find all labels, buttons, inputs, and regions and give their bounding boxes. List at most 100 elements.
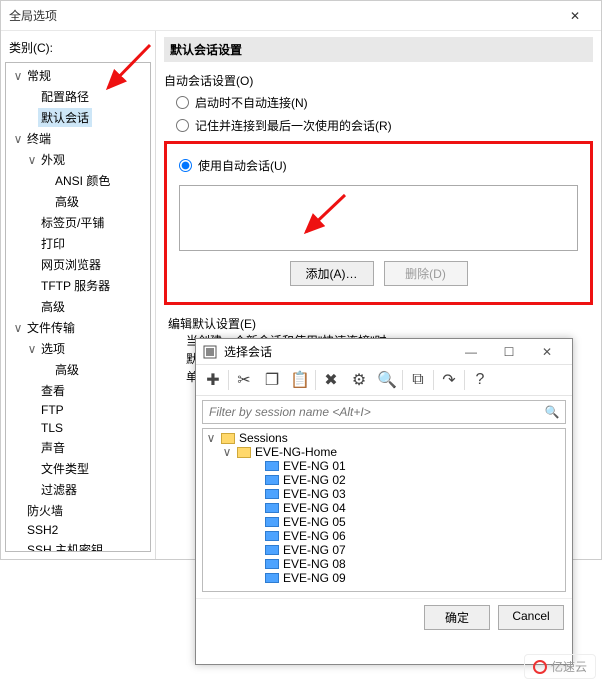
tree-item[interactable]: SSH2 — [6, 521, 150, 539]
tree-item[interactable]: 过滤器 — [6, 479, 150, 500]
tree-item-label: 配置路径 — [38, 87, 92, 106]
session-label: EVE-NG 08 — [283, 557, 346, 571]
separator — [402, 370, 403, 390]
delete-icon[interactable]: ✖ — [318, 367, 344, 393]
paste-icon[interactable]: 📋 — [287, 367, 313, 393]
tree-item[interactable]: 打印 — [6, 233, 150, 254]
tree-item[interactable]: ∨终端 — [6, 128, 150, 149]
tree-item[interactable]: TLS — [6, 419, 150, 437]
expand-icon[interactable]: ∨ — [221, 445, 233, 459]
expand-icon[interactable]: ∨ — [26, 153, 38, 167]
tree-item[interactable]: 网页浏览器 — [6, 254, 150, 275]
radio-input[interactable] — [176, 119, 189, 132]
tree-item[interactable]: 高级 — [6, 191, 150, 212]
tree-item[interactable]: 标签页/平铺 — [6, 212, 150, 233]
session-tree-row[interactable]: EVE-NG 07 — [203, 543, 565, 557]
category-tree[interactable]: ∨常规配置路径默认会话∨终端∨外观ANSI 颜色高级标签页/平铺打印网页浏览器T… — [5, 62, 151, 552]
add-icon[interactable]: ✚ — [200, 367, 226, 393]
tree-item-label: 高级 — [52, 192, 82, 211]
radio-input[interactable] — [179, 159, 192, 172]
cut-icon[interactable]: ✂ — [231, 367, 257, 393]
radio-no-auto-connect[interactable]: 启动时不自动连接(N) — [164, 91, 593, 114]
ok-button[interactable]: 确定 — [424, 605, 490, 630]
folder-icon — [221, 433, 235, 444]
session-tree-row[interactable]: EVE-NG 08 — [203, 557, 565, 571]
tree-item[interactable]: 声音 — [6, 437, 150, 458]
expand-icon[interactable]: ∨ — [205, 431, 217, 445]
maximize-icon[interactable]: ☐ — [490, 345, 528, 359]
expand-icon[interactable]: ∨ — [12, 132, 24, 146]
expand-icon[interactable]: ∨ — [12, 69, 24, 83]
tree-item[interactable]: ∨外观 — [6, 149, 150, 170]
session-label: EVE-NG 03 — [283, 487, 346, 501]
window-title: 全局选项 — [9, 7, 57, 24]
session-icon — [265, 573, 279, 583]
filter-input[interactable] — [203, 401, 539, 423]
separator — [228, 370, 229, 390]
dialog-title: 选择会话 — [224, 343, 272, 360]
session-icon — [265, 517, 279, 527]
session-tree-row[interactable]: ∨Sessions — [203, 431, 565, 445]
tree-item[interactable]: 高级 — [6, 296, 150, 317]
tree-item[interactable]: 文件类型 — [6, 458, 150, 479]
tree-item-label: SSH2 — [24, 522, 61, 538]
radio-input[interactable] — [176, 96, 189, 109]
tree-item[interactable]: FTP — [6, 401, 150, 419]
category-label: 类别(C): — [1, 35, 155, 62]
tree-item[interactable]: ∨文件传输 — [6, 317, 150, 338]
tree-item[interactable]: 配置路径 — [6, 86, 150, 107]
session-tree-row[interactable]: EVE-NG 05 — [203, 515, 565, 529]
tree-item-label: 文件类型 — [38, 459, 92, 478]
close-icon[interactable]: ✕ — [557, 9, 593, 23]
titlebar: 全局选项 ✕ — [1, 1, 601, 31]
radio-use-auto-session[interactable]: 使用自动会话(U) — [179, 154, 578, 177]
help-icon[interactable]: ? — [467, 367, 493, 393]
session-tree-row[interactable]: EVE-NG 06 — [203, 529, 565, 543]
export-icon[interactable]: ↷ — [436, 367, 462, 393]
session-tree[interactable]: ∨Sessions∨EVE-NG-HomeEVE-NG 01EVE-NG 02E… — [202, 428, 566, 592]
copy-icon[interactable]: ❐ — [259, 367, 285, 393]
radio-label: 记住并连接到最后一次使用的会话(R) — [195, 117, 392, 134]
watermark: 亿速云 — [524, 654, 596, 679]
add-button[interactable]: 添加(A)… — [290, 261, 374, 286]
auto-session-list[interactable] — [179, 185, 578, 251]
session-tree-row[interactable]: EVE-NG 03 — [203, 487, 565, 501]
tree-item[interactable]: 查看 — [6, 380, 150, 401]
session-tree-row[interactable]: EVE-NG 01 — [203, 459, 565, 473]
radio-label: 启动时不自动连接(N) — [195, 94, 308, 111]
tree-item-label: 标签页/平铺 — [38, 213, 107, 232]
cancel-button[interactable]: Cancel — [498, 605, 564, 630]
session-tree-row[interactable]: ∨EVE-NG-Home — [203, 445, 565, 459]
tree-item[interactable]: TFTP 服务器 — [6, 275, 150, 296]
session-icon — [265, 489, 279, 499]
tree-item-label: 高级 — [52, 360, 82, 379]
dialog-toolbar: ✚ ✂ ❐ 📋 ✖ ⚙ 🔍 ⧉ ↷ ? — [196, 364, 572, 396]
close-icon[interactable]: ✕ — [528, 345, 566, 359]
find-icon[interactable]: 🔍 — [374, 367, 400, 393]
new-folder-icon[interactable]: ⧉ — [405, 367, 431, 393]
settings-icon[interactable]: ⚙ — [346, 367, 372, 393]
expand-icon[interactable]: ∨ — [26, 342, 38, 356]
tree-item[interactable]: 默认会话 — [6, 107, 150, 128]
expand-icon[interactable]: ∨ — [12, 321, 24, 335]
tree-item-label: 文件传输 — [24, 318, 78, 337]
radio-remember-last[interactable]: 记住并连接到最后一次使用的会话(R) — [164, 114, 593, 137]
delete-button: 删除(D) — [384, 261, 468, 286]
watermark-text: 亿速云 — [551, 658, 587, 675]
tree-item[interactable]: ∨常规 — [6, 65, 150, 86]
separator — [464, 370, 465, 390]
tree-item[interactable]: ∨选项 — [6, 338, 150, 359]
minimize-icon[interactable]: — — [452, 345, 490, 359]
tree-item[interactable]: SSH 主机密钥 — [6, 539, 150, 552]
session-tree-row[interactable]: EVE-NG 04 — [203, 501, 565, 515]
tree-item[interactable]: 防火墙 — [6, 500, 150, 521]
tree-item[interactable]: ANSI 颜色 — [6, 170, 150, 191]
tree-item-label: 外观 — [38, 150, 68, 169]
button-row: 添加(A)… 删除(D) — [179, 261, 578, 286]
tree-item[interactable]: 高级 — [6, 359, 150, 380]
search-icon[interactable]: 🔍 — [539, 405, 565, 419]
session-tree-row[interactable]: EVE-NG 09 — [203, 571, 565, 585]
filter-box[interactable]: 🔍 — [202, 400, 566, 424]
session-label: EVE-NG 09 — [283, 571, 346, 585]
session-tree-row[interactable]: EVE-NG 02 — [203, 473, 565, 487]
